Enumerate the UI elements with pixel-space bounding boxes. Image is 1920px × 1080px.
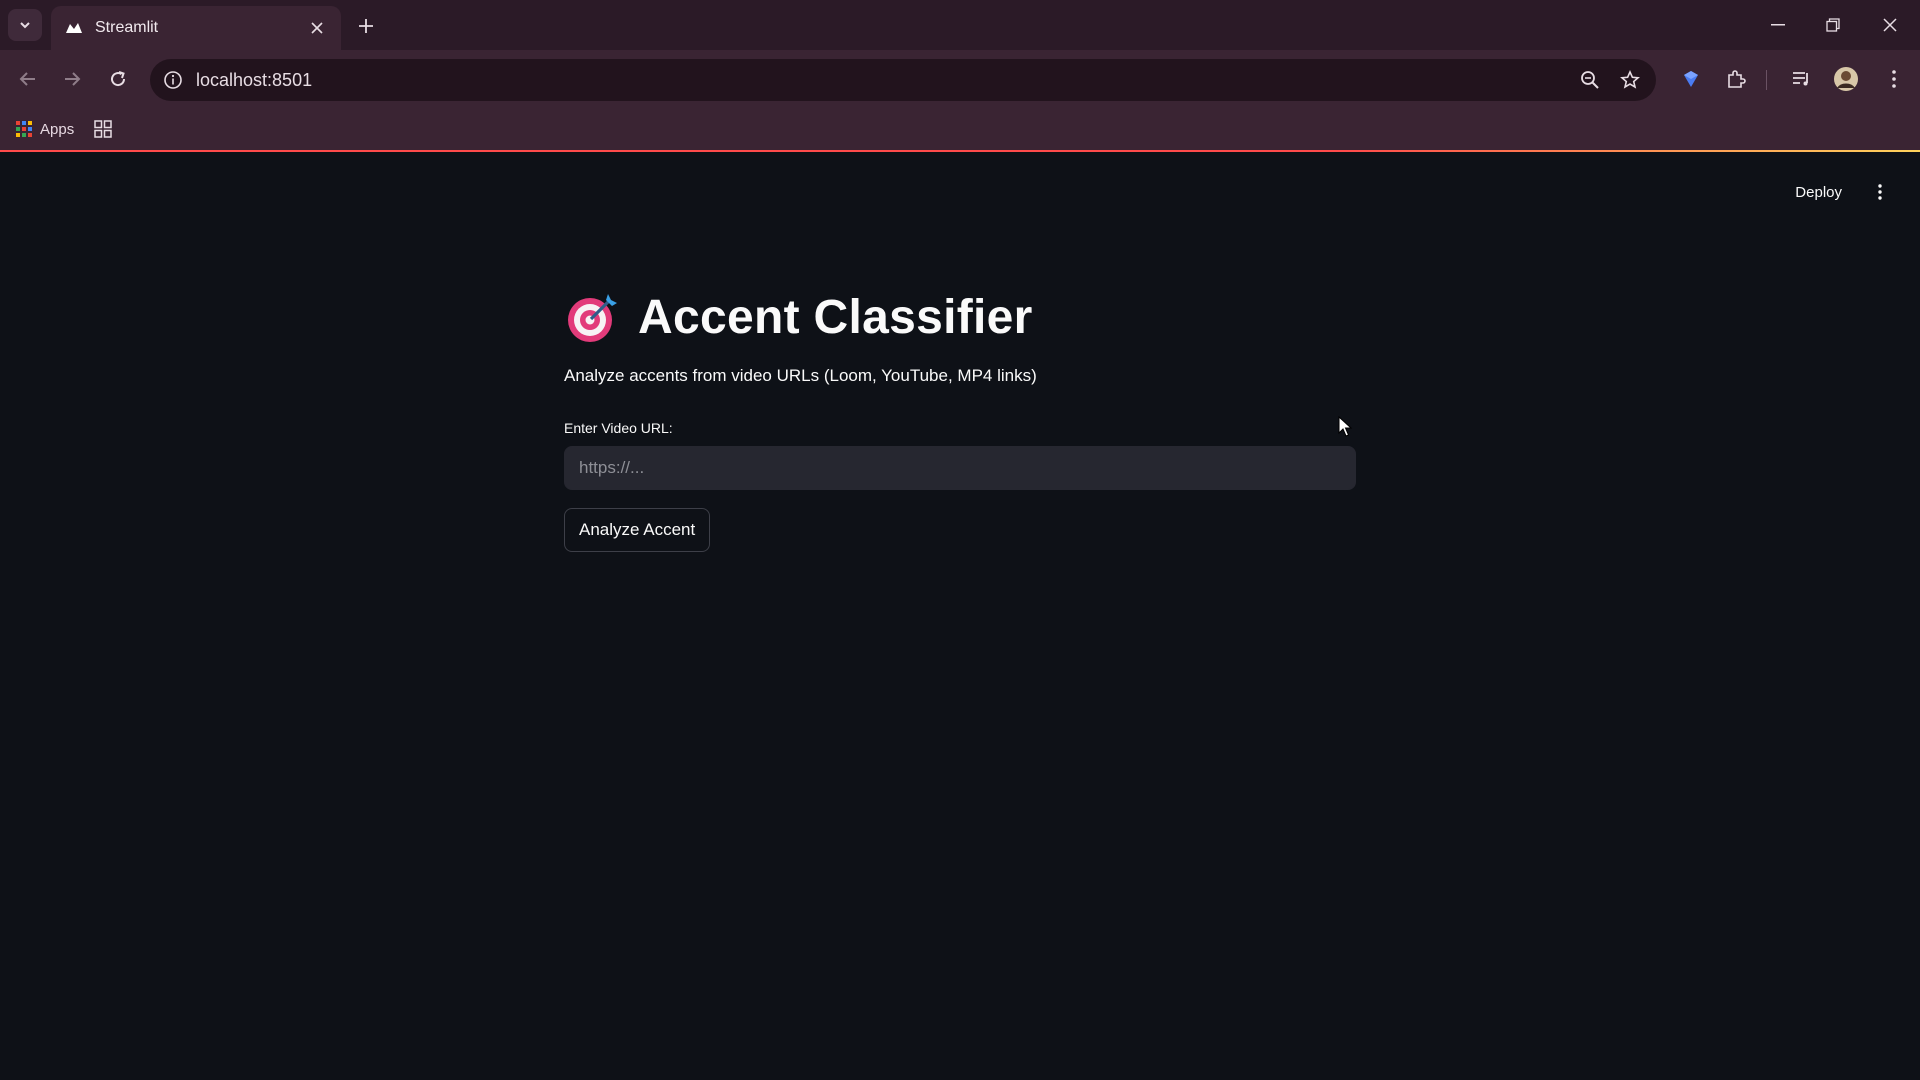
- title-row: Accent Classifier: [564, 282, 1356, 352]
- new-tab-button[interactable]: [352, 12, 380, 40]
- media-control-button[interactable]: [1783, 61, 1819, 97]
- puzzle-icon: [1728, 70, 1746, 88]
- extensions-button[interactable]: [1718, 61, 1754, 97]
- video-url-input[interactable]: [564, 446, 1356, 490]
- plus-icon: [359, 19, 373, 33]
- browser-menu-button[interactable]: [1876, 61, 1912, 97]
- page-title: Accent Classifier: [638, 290, 1033, 344]
- tab-close-button[interactable]: [307, 18, 327, 38]
- bookmarks-bar: Apps: [0, 108, 1920, 150]
- minimize-button[interactable]: [1758, 10, 1798, 40]
- deploy-button[interactable]: Deploy: [1783, 176, 1854, 209]
- bookmark-apps-label: Apps: [40, 120, 75, 138]
- analyze-accent-button[interactable]: Analyze Accent: [564, 508, 711, 552]
- extension-shield-icon: [1684, 71, 1698, 87]
- site-info-icon[interactable]: [162, 69, 184, 91]
- tab-groups-icon: [94, 120, 112, 138]
- browser-toolbar: localhost:8501: [0, 50, 1920, 108]
- bookmark-apps[interactable]: Apps: [16, 121, 74, 138]
- streamlit-logo-icon: [65, 19, 83, 37]
- url-text[interactable]: localhost:8501: [196, 70, 1572, 91]
- tab-title: Streamlit: [95, 19, 159, 36]
- extension-shield-button[interactable]: [1673, 61, 1709, 97]
- tab-search-button[interactable]: [8, 9, 42, 41]
- back-button[interactable]: [10, 61, 46, 97]
- close-window-button[interactable]: [1870, 10, 1910, 40]
- app-menu-button[interactable]: [1868, 180, 1892, 204]
- avatar: [1834, 67, 1858, 91]
- star-icon[interactable]: [1612, 62, 1648, 98]
- tab-groups-button[interactable]: [94, 120, 112, 138]
- streamlit-app: Deploy Accent Classifier Analyze accents…: [0, 152, 1920, 1080]
- address-bar[interactable]: localhost:8501: [150, 59, 1656, 101]
- zoom-icon[interactable]: [1572, 62, 1608, 98]
- close-icon: [311, 22, 323, 34]
- direct-hit-icon: [568, 294, 617, 342]
- tab-list-icon: [20, 22, 30, 29]
- kebab-menu-icon: [1878, 184, 1882, 200]
- media-control-icon: [1793, 72, 1808, 86]
- restore-button[interactable]: [1813, 10, 1853, 40]
- cursor-icon: [1338, 416, 1353, 437]
- page-subtitle: Analyze accents from video URLs (Loom, Y…: [564, 366, 1037, 385]
- back-icon: [19, 72, 35, 86]
- toolbar-separator: [1766, 70, 1767, 90]
- reload-button[interactable]: [100, 61, 136, 97]
- video-url-label: Enter Video URL:: [564, 420, 673, 436]
- close-icon: [1883, 18, 1897, 32]
- forward-icon: [65, 72, 81, 86]
- kebab-menu-icon: [1892, 70, 1896, 88]
- apps-grid-icon: [16, 121, 32, 137]
- app-header: Deploy: [1620, 152, 1920, 232]
- reload-icon: [111, 71, 126, 87]
- browser-window-frame: Streamlit localhost:8501 Apps: [0, 0, 1920, 152]
- forward-button[interactable]: [54, 61, 90, 97]
- restore-icon: [1826, 18, 1840, 32]
- main-content: Accent Classifier Analyze accents from v…: [564, 282, 1356, 552]
- tab-streamlit[interactable]: Streamlit: [51, 6, 341, 50]
- tab-strip: Streamlit: [0, 0, 1920, 50]
- profile-button[interactable]: [1828, 61, 1864, 97]
- minimize-icon: [1771, 24, 1785, 26]
